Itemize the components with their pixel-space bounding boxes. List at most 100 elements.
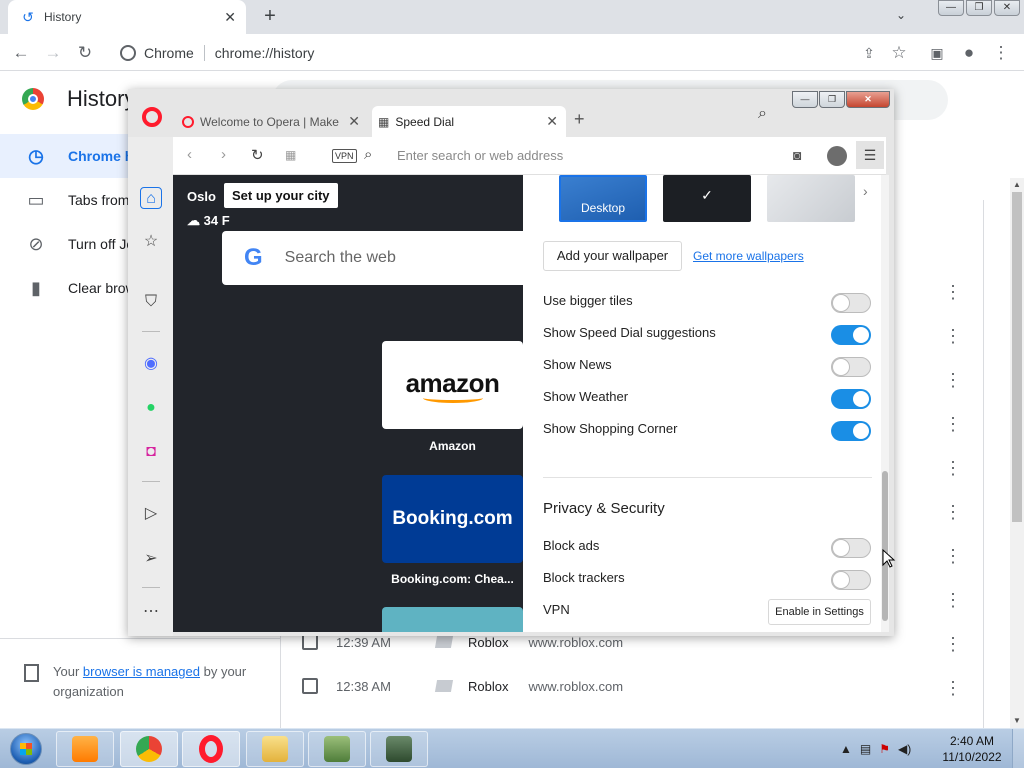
new-tab-button[interactable]: + [258,4,282,28]
page-scrollbar[interactable]: ▲ ▼ [1010,178,1024,728]
add-wallpaper-button[interactable]: Add your wallpaper [543,241,682,271]
send-icon[interactable]: ➢ [140,548,162,570]
opera-tab-welcome[interactable]: Welcome to Opera | Make ✕ [178,106,368,137]
history-row[interactable]: 12:38 AM Roblox www.roblox.com [280,664,984,708]
google-search-box[interactable]: G Search the web [222,231,523,285]
managed-link[interactable]: browser is managed [83,664,200,679]
network-icon[interactable]: ▤ [860,742,871,756]
start-button[interactable] [4,731,48,767]
wallpaper-light[interactable] [767,175,855,222]
scrollbar-thumb[interactable] [882,471,888,621]
home-icon[interactable]: ⌂ [140,187,162,209]
reload-icon[interactable]: ↻ [74,42,96,64]
share-icon[interactable]: ⇪ [858,42,880,64]
row-menu-icon[interactable]: ⋮ [944,370,962,391]
row-menu-icon[interactable]: ⋮ [944,458,962,479]
wallpaper-dark-selected[interactable]: ✓ [663,175,751,222]
row-title[interactable]: Roblox [468,635,508,650]
address-input[interactable]: Enter search or web address [397,148,563,163]
search-icon: ⌕ [364,146,373,163]
back-icon[interactable]: ← [10,42,32,64]
easy-setup-icon[interactable]: ☰ [856,141,884,169]
row-menu-icon[interactable]: ⋮ [944,326,962,347]
omnibox[interactable]: Chrome chrome://history [110,39,920,67]
restore-button[interactable]: ❐ [966,0,992,16]
taskbar-monitor[interactable] [370,731,428,767]
toggle-show-news[interactable] [831,357,871,377]
tab-search-icon[interactable]: ⌄ [896,8,906,22]
messenger-icon[interactable]: ◉ [140,353,162,375]
speed-dial-tile-booking[interactable]: Booking.com [382,475,523,563]
chrome-tab-history[interactable]: ↺ History ✕ [8,0,246,34]
taskbar-opera[interactable] [182,731,240,767]
more-wallpapers-link[interactable]: Get more wallpapers [693,249,804,263]
close-tab-icon[interactable]: ✕ [546,113,558,130]
avatar[interactable] [827,146,847,166]
scroll-down-arrow-icon[interactable]: ▼ [1010,714,1024,728]
task-manager-icon [386,736,412,762]
side-panel-icon[interactable]: ▣ [926,42,948,64]
profile-icon[interactable]: ● [958,42,980,64]
opera-new-tab-button[interactable]: + [574,109,585,130]
speed-dial-tile-amazon[interactable]: amazon [382,341,523,429]
enable-vpn-button[interactable]: Enable in Settings [768,599,871,625]
chevron-right-icon[interactable]: › [863,183,868,199]
taskbar-media-player[interactable] [56,731,114,767]
taskbar-clock[interactable]: 2:40 AM 11/10/2022 [942,733,1002,765]
taskbar-app[interactable] [308,731,366,767]
row-checkbox[interactable] [302,634,318,650]
toggle-block-trackers[interactable] [831,570,871,590]
row-menu-icon[interactable]: ⋮ [944,590,962,611]
weather-widget[interactable]: Oslo ☁ 34 F [187,189,230,228]
setting-speed-dial-suggestions: Show Speed Dial suggestions [543,325,873,345]
shopping-bag-icon[interactable]: ⛉ [140,291,162,313]
instagram-icon[interactable]: ◘ [140,441,162,463]
whatsapp-icon[interactable]: ● [140,397,162,419]
taskbar-chrome[interactable] [120,731,178,767]
action-center-icon[interactable]: ⚑ [879,742,890,756]
opera-logo-icon[interactable] [142,107,162,127]
speed-dial-icon[interactable]: ▦ [285,148,296,162]
restore-button[interactable]: ❐ [819,91,845,108]
minimize-button[interactable]: — [938,0,964,16]
speed-dial-tile[interactable] [382,607,523,632]
tab-search-icon[interactable]: ⌕ [758,105,767,123]
setting-shopping-corner: Show Shopping Corner [543,421,873,441]
toggle-shopping-corner[interactable] [831,421,871,441]
row-menu-icon[interactable]: ⋮ [944,282,962,303]
scroll-up-arrow-icon[interactable]: ▲ [1010,178,1024,192]
toggle-block-ads[interactable] [831,538,871,558]
chrome-menu-icon[interactable]: ⋮ [990,42,1012,64]
toggle-bigger-tiles[interactable] [831,293,871,313]
camera-icon[interactable]: ◙ [793,147,801,163]
show-desktop-button[interactable] [1012,729,1024,768]
volume-icon[interactable]: ◀) [898,742,911,756]
taskbar-explorer[interactable] [246,731,304,767]
toggle-show-weather[interactable] [831,389,871,409]
forward-icon[interactable]: › [221,146,226,163]
back-icon[interactable]: ‹ [187,146,192,163]
row-menu-icon[interactable]: ⋮ [944,546,962,567]
more-icon[interactable]: ⋯ [140,601,162,623]
opera-tab-speed-dial[interactable]: ▦ Speed Dial ✕ [372,106,566,137]
bookmarks-icon[interactable]: ☆ [140,231,162,253]
minimize-button[interactable]: — [792,91,818,108]
tray-expand-icon[interactable]: ▲ [840,742,852,756]
close-window-button[interactable]: ✕ [994,0,1020,16]
wallpaper-desktop[interactable]: Desktop [559,175,647,222]
row-menu-icon[interactable]: ⋮ [944,414,962,435]
row-menu-icon[interactable]: ⋮ [944,502,962,523]
toggle-speed-dial-suggestions[interactable] [831,325,871,345]
scrollbar-thumb[interactable] [1012,192,1022,522]
close-tab-icon[interactable]: ✕ [224,9,236,26]
reload-icon[interactable]: ↻ [251,146,264,164]
close-window-button[interactable]: ✕ [846,91,890,108]
row-checkbox[interactable] [302,678,318,694]
city-tooltip[interactable]: Set up your city [224,183,338,208]
forward-icon[interactable]: → [42,42,64,64]
bookmark-star-icon[interactable]: ☆ [888,42,910,64]
player-icon[interactable]: ▷ [140,503,162,525]
vpn-badge[interactable]: VPN [332,149,357,163]
close-tab-icon[interactable]: ✕ [348,113,360,130]
row-title[interactable]: Roblox [468,679,508,694]
